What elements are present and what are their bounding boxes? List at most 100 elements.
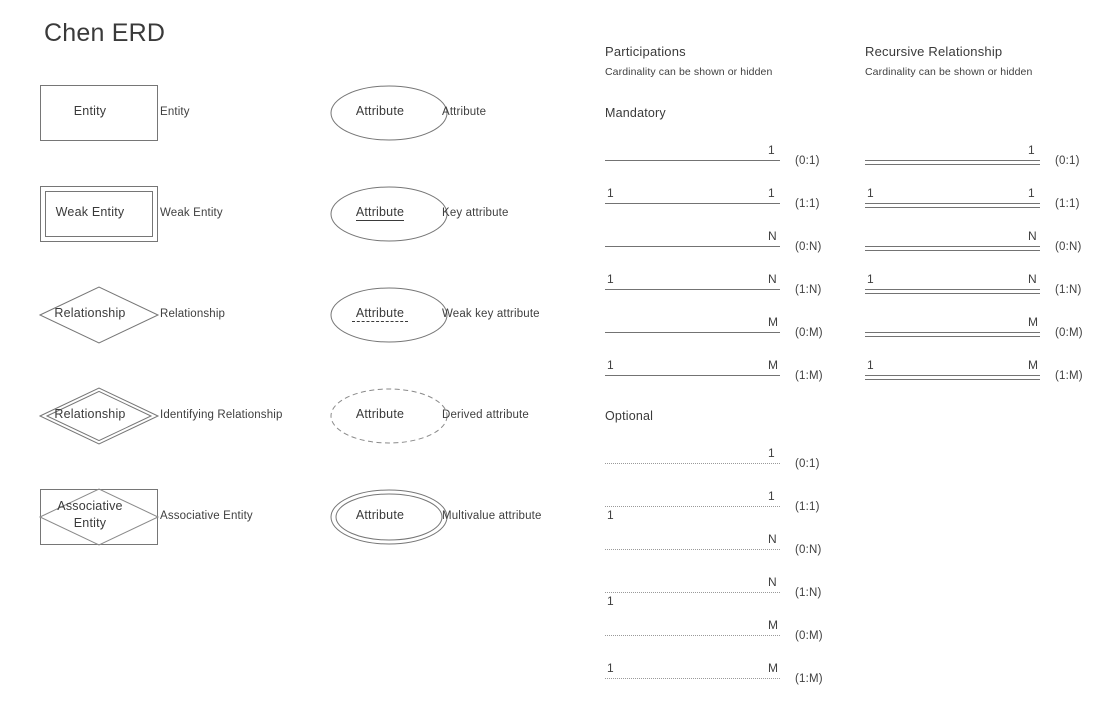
legend-item-label: Entity — [160, 106, 190, 118]
legend-item-label: Weak key attribute — [442, 308, 540, 320]
legend-shape-ellipse: Attribute — [320, 85, 448, 171]
legend-shape-double-rectangle: Weak Entity — [30, 186, 158, 272]
cardinality-notation-label: (1:N) — [795, 587, 822, 599]
cardinality-right-value: M — [768, 358, 778, 372]
cardinality-right-value: 1 — [768, 446, 775, 460]
shape-inner-label: Attribute — [355, 507, 405, 522]
cardinality-notation-label: (0:1) — [1055, 155, 1080, 167]
cardinality-left-value: 1 — [607, 508, 614, 522]
cardinality-right-value: 1 — [768, 186, 775, 200]
cardinality-left-value: 1 — [607, 272, 614, 286]
cardinality-notation-label: (1:M) — [795, 673, 823, 685]
participation-group-heading: Optional — [605, 409, 654, 423]
shape-inner-label: Attribute — [320, 305, 440, 322]
participation-mandatory-row: 1 N (1:N) — [605, 268, 835, 312]
legend-item-label: Multivalue attribute — [442, 510, 542, 522]
cardinality-notation-label: (1:N) — [1055, 284, 1082, 296]
legend-shape-ellipse: Attribute — [320, 287, 448, 373]
recursive-row: 1 (0:1) — [865, 139, 1095, 183]
cardinality-notation-label: (1:1) — [1055, 198, 1080, 210]
legend-item-label: Relationship — [160, 308, 226, 320]
cardinality-right-value: N — [768, 575, 777, 589]
cardinality-right-value: N — [768, 229, 777, 243]
participation-mandatory-row: 1 (0:1) — [605, 139, 835, 183]
legend-item-label: Derived attribute — [442, 409, 529, 421]
cardinality-connector-line — [865, 289, 1040, 294]
cardinality-notation-label: (0:M) — [795, 327, 823, 339]
participation-optional-row: N (0:N) — [605, 528, 835, 572]
shape-inner-label: Attribute — [355, 406, 405, 421]
legend-shape-rect-diamond: Associative Entity — [30, 488, 160, 575]
cardinality-right-value: N — [768, 272, 777, 286]
cardinality-left-value: 1 — [867, 186, 874, 200]
legend-item-label: Weak Entity — [160, 207, 223, 219]
cardinality-notation-label: (0:N) — [795, 544, 822, 556]
cardinality-right-value: M — [768, 315, 778, 329]
participation-optional-row: 1 M (1:M) — [605, 657, 835, 701]
cardinality-notation-label: (1:M) — [795, 370, 823, 382]
cardinality-connector-line — [605, 160, 780, 161]
cardinality-right-value: M — [768, 618, 778, 632]
legend-item-label: Attribute — [442, 106, 487, 118]
legend-item-label: Key attribute — [442, 207, 509, 219]
legend-item-label: Associative Entity — [160, 510, 253, 522]
recursive-row: M (0:M) — [865, 311, 1095, 355]
cardinality-left-value: 1 — [867, 358, 874, 372]
cardinality-left-value: 1 — [607, 186, 614, 200]
cardinality-notation-label: (0:N) — [1055, 241, 1082, 253]
cardinality-connector-line — [865, 160, 1040, 165]
cardinality-right-value: 1 — [768, 143, 775, 157]
shape-inner-label: Attribute — [355, 204, 405, 221]
recursive-relationship-column: Recursive Relationship Cardinality can b… — [865, 44, 1120, 404]
recursive-row: 1 M (1:M) — [865, 354, 1095, 398]
recursive-row: 1 N (1:N) — [865, 268, 1095, 312]
participations-subtitle: Cardinality can be shown or hidden — [605, 66, 773, 78]
legend-shape-ellipse: Attribute — [320, 186, 448, 272]
cardinality-right-value: M — [1028, 358, 1038, 372]
participations-title: Participations — [605, 44, 686, 59]
legend-shape-diamond: Relationship — [30, 286, 160, 373]
cardinality-left-value: 1 — [607, 661, 614, 675]
participation-mandatory-row: N (0:N) — [605, 225, 835, 269]
cardinality-connector-line — [865, 332, 1040, 337]
cardinality-notation-label: (1:1) — [795, 198, 820, 210]
cardinality-notation-label: (0:M) — [795, 630, 823, 642]
participation-mandatory-row: M (0:M) — [605, 311, 835, 355]
cardinality-left-value: 1 — [867, 272, 874, 286]
cardinality-notation-label: (1:N) — [795, 284, 822, 296]
cardinality-connector-line — [605, 506, 780, 507]
legend-item-label: Identifying Relationship — [160, 409, 283, 421]
legend-shape-rectangle: Entity — [30, 85, 158, 171]
cardinality-connector-line — [605, 463, 780, 464]
cardinality-notation-label: (1:1) — [795, 501, 820, 513]
shape-inner-label: Entity — [73, 516, 107, 530]
participation-optional-row: 1 (0:1) — [605, 442, 835, 486]
cardinality-connector-line — [865, 203, 1040, 208]
cardinality-connector-line — [865, 246, 1040, 251]
cardinality-connector-line — [605, 246, 780, 247]
participations-column: Participations Cardinality can be shown … — [605, 44, 885, 694]
shape-inner-label: Entity — [73, 103, 107, 118]
participation-optional-row: 1 1 (1:1) — [605, 485, 835, 529]
legend-shape-double-diamond: Relationship — [30, 387, 160, 474]
shape-inner-label: Associative — [57, 499, 123, 513]
cardinality-notation-label: (1:M) — [1055, 370, 1083, 382]
recursive-row: 1 1 (1:1) — [865, 182, 1095, 226]
cardinality-notation-label: (0:1) — [795, 458, 820, 470]
cardinality-right-value: M — [1028, 315, 1038, 329]
cardinality-connector-line — [605, 592, 780, 593]
cardinality-right-value: N — [1028, 272, 1037, 286]
cardinality-connector-line — [605, 332, 780, 333]
cardinality-notation-label: (0:N) — [795, 241, 822, 253]
cardinality-connector-line — [605, 635, 780, 636]
recursive-subtitle: Cardinality can be shown or hidden — [865, 66, 1033, 78]
participation-mandatory-row: 1 1 (1:1) — [605, 182, 835, 226]
cardinality-right-value: N — [768, 532, 777, 546]
participation-mandatory-row: 1 M (1:M) — [605, 354, 835, 398]
cardinality-right-value: 1 — [1028, 186, 1035, 200]
page-title: Chen ERD — [44, 19, 166, 47]
shape-inner-label: Attribute — [355, 103, 405, 118]
legend-shape-dashed-ellipse: Attribute — [320, 388, 448, 474]
participation-optional-row: 1 N (1:N) — [605, 571, 835, 615]
participation-group-heading: Mandatory — [605, 106, 666, 120]
